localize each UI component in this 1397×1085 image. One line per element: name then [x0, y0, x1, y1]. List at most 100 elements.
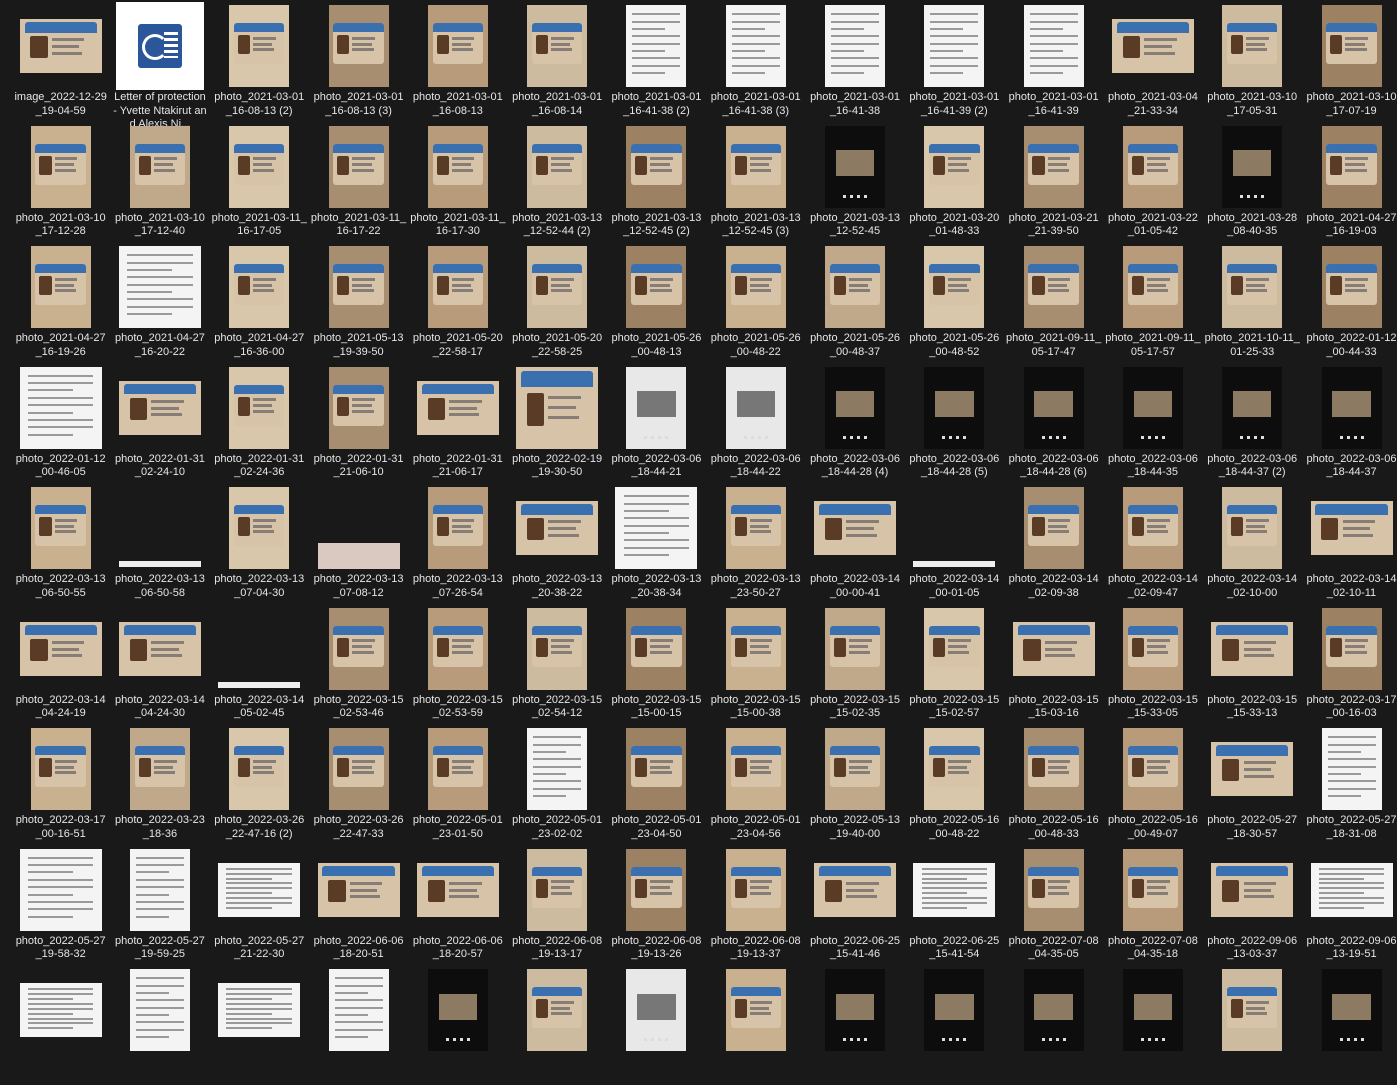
file-tile[interactable]: photo_2021-03-13_12-52-45 (3)	[706, 121, 805, 242]
file-tile[interactable]: photo_2022-03-06_18-44-28 (5)	[905, 362, 1004, 483]
file-tile[interactable]: photo_2022-03-15_15-03-16	[1004, 603, 1103, 724]
file-tile[interactable]: photo_2022-06-25_15-41-46	[805, 844, 904, 965]
file-tile[interactable]	[1203, 964, 1302, 1085]
file-tile[interactable]: photo_2022-01-12_00-44-33	[1302, 241, 1397, 362]
file-tile[interactable]: photo_2022-03-06_18-44-35	[1103, 362, 1202, 483]
file-tile[interactable]: photo_2022-09-06_13-03-37	[1203, 844, 1302, 965]
file-tile[interactable]: photo_2021-03-21_21-39-50	[1004, 121, 1103, 242]
file-tile[interactable]: photo_2021-03-11_16-17-05	[210, 121, 309, 242]
file-tile[interactable]: photo_2022-03-13_07-26-54	[408, 482, 507, 603]
file-tile[interactable]: photo_2022-03-23_18-36	[110, 723, 209, 844]
file-tile[interactable]: photo_2022-01-31_02-24-36	[210, 362, 309, 483]
file-tile[interactable]: photo_2022-06-25_15-41-54	[905, 844, 1004, 965]
file-tile[interactable]: photo_2021-03-01_16-08-13 (3)	[309, 0, 408, 121]
file-tile[interactable]: photo_2022-05-01_23-04-50	[607, 723, 706, 844]
file-tile[interactable]: photo_2021-03-22_01-05-42	[1103, 121, 1202, 242]
file-tile[interactable]: photo_2022-03-15_15-02-35	[805, 603, 904, 724]
file-tile[interactable]: photo_2022-01-31_02-24-10	[110, 362, 209, 483]
file-tile[interactable]: photo_2022-03-13_07-08-12	[309, 482, 408, 603]
file-tile[interactable]: photo_2022-03-17_00-16-51	[11, 723, 110, 844]
file-tile[interactable]: photo_2021-04-27_16-19-03	[1302, 121, 1397, 242]
file-tile[interactable]: photo_2021-10-11_01-25-33	[1203, 241, 1302, 362]
file-tile[interactable]: photo_2021-04-27_16-36-00	[210, 241, 309, 362]
file-tile[interactable]: photo_2021-05-13_19-39-50	[309, 241, 408, 362]
file-tile[interactable]: photo_2022-03-15_15-33-05	[1103, 603, 1202, 724]
file-tile[interactable]	[408, 964, 507, 1085]
file-tile[interactable]	[706, 964, 805, 1085]
file-tile[interactable]	[1103, 964, 1202, 1085]
file-tile[interactable]: photo_2022-01-31_21-06-17	[408, 362, 507, 483]
file-tile[interactable]: photo_2022-03-13_07-04-30	[210, 482, 309, 603]
file-tile[interactable]	[607, 964, 706, 1085]
file-tile[interactable]: photo_2021-03-01_16-41-39	[1004, 0, 1103, 121]
file-tile[interactable]: photo_2021-03-01_16-41-38	[805, 0, 904, 121]
file-tile[interactable]: photo_2022-03-26_22-47-33	[309, 723, 408, 844]
file-tile[interactable]: photo_2021-05-26_00-48-37	[805, 241, 904, 362]
file-tile[interactable]: photo_2022-05-13_19-40-00	[805, 723, 904, 844]
file-tile[interactable]: photo_2022-03-06_18-44-37	[1302, 362, 1397, 483]
file-tile[interactable]: photo_2021-03-13_12-52-45	[805, 121, 904, 242]
file-tile[interactable]: photo_2022-03-14_02-09-38	[1004, 482, 1103, 603]
file-tile[interactable]: photo_2021-05-20_22-58-17	[408, 241, 507, 362]
file-tile[interactable]: photo_2021-03-10_17-07-19	[1302, 0, 1397, 121]
file-tile[interactable]: photo_2022-09-06_13-19-51	[1302, 844, 1397, 965]
file-tile[interactable]: photo_2022-05-16_00-48-33	[1004, 723, 1103, 844]
file-tile[interactable]: photo_2021-05-26_00-48-13	[607, 241, 706, 362]
file-tile[interactable]: photo_2021-03-10_17-12-28	[11, 121, 110, 242]
file-tile[interactable]: photo_2021-03-20_01-48-33	[905, 121, 1004, 242]
file-tile[interactable]: photo_2021-03-11_16-17-22	[309, 121, 408, 242]
file-tile[interactable]	[905, 964, 1004, 1085]
file-tile[interactable]: photo_2022-05-01_23-01-50	[408, 723, 507, 844]
file-tile[interactable]	[11, 964, 110, 1085]
file-tile[interactable]: photo_2021-09-11_05-17-47	[1004, 241, 1103, 362]
file-tile[interactable]: photo_2022-03-13_06-50-58	[110, 482, 209, 603]
file-tile[interactable]: photo_2022-03-15_02-53-59	[408, 603, 507, 724]
file-tile[interactable]: photo_2022-05-27_19-59-25	[110, 844, 209, 965]
file-tile[interactable]	[507, 964, 606, 1085]
file-tile[interactable]: Letter of protection - Yvette Ntakirut a…	[110, 0, 209, 130]
file-tile[interactable]: photo_2022-05-01_23-02-02	[507, 723, 606, 844]
file-tile[interactable]: photo_2022-03-14_04-24-19	[11, 603, 110, 724]
file-tile[interactable]: photo_2022-03-17_00-16-03	[1302, 603, 1397, 724]
file-tile[interactable]	[1302, 964, 1397, 1085]
file-tile[interactable]: photo_2022-03-14_02-09-47	[1103, 482, 1202, 603]
file-tile[interactable]: photo_2021-03-13_12-52-44 (2)	[507, 121, 606, 242]
file-tile[interactable]: photo_2021-05-20_22-58-25	[507, 241, 606, 362]
file-tile[interactable]: photo_2022-03-06_18-44-28 (4)	[805, 362, 904, 483]
file-tile[interactable]: photo_2022-03-15_15-33-13	[1203, 603, 1302, 724]
file-tile[interactable]: photo_2021-04-27_16-20-22	[110, 241, 209, 362]
file-tile[interactable]: photo_2022-01-12_00-46-05	[11, 362, 110, 483]
file-tile[interactable]: photo_2022-02-19_19-30-50	[507, 362, 606, 483]
file-tile[interactable]: photo_2022-05-27_21-22-30	[210, 844, 309, 965]
file-tile[interactable]: image_2022-12-29_19-04-59	[11, 0, 110, 121]
file-tile[interactable]: photo_2022-03-14_02-10-00	[1203, 482, 1302, 603]
file-tile[interactable]: photo_2022-06-06_18-20-51	[309, 844, 408, 965]
file-tile[interactable]: photo_2022-03-14_04-24-30	[110, 603, 209, 724]
file-tile[interactable]: photo_2022-03-15_02-53-46	[309, 603, 408, 724]
file-tile[interactable]: photo_2022-05-16_00-49-07	[1103, 723, 1202, 844]
file-tile[interactable]: photo_2022-05-01_23-04-56	[706, 723, 805, 844]
file-tile[interactable]: photo_2021-03-01_16-41-38 (3)	[706, 0, 805, 121]
file-tile[interactable]: photo_2022-03-15_15-02-57	[905, 603, 1004, 724]
file-tile[interactable]	[805, 964, 904, 1085]
file-tile[interactable]: photo_2022-03-06_18-44-21	[607, 362, 706, 483]
file-tile[interactable]: photo_2022-03-14_05-02-45	[210, 603, 309, 724]
file-tile[interactable]: photo_2022-05-27_18-30-57	[1203, 723, 1302, 844]
file-tile[interactable]: photo_2021-03-04_21-33-34	[1103, 0, 1202, 121]
file-tile[interactable]: photo_2021-03-11_16-17-30	[408, 121, 507, 242]
file-tile[interactable]: photo_2022-03-13_20-38-34	[607, 482, 706, 603]
file-tile[interactable]: photo_2022-03-06_18-44-37 (2)	[1203, 362, 1302, 483]
file-tile[interactable]: photo_2021-03-01_16-08-14	[507, 0, 606, 121]
file-tile[interactable]: photo_2022-03-13_23-50-27	[706, 482, 805, 603]
file-tile[interactable]: photo_2022-03-15_15-00-15	[607, 603, 706, 724]
file-tile[interactable]: photo_2021-05-26_00-48-52	[905, 241, 1004, 362]
file-tile[interactable]: photo_2021-03-01_16-08-13 (2)	[210, 0, 309, 121]
file-tile[interactable]: photo_2021-03-01_16-41-38 (2)	[607, 0, 706, 121]
file-tile[interactable]: photo_2021-04-27_16-19-26	[11, 241, 110, 362]
file-tile[interactable]: photo_2022-03-06_18-44-22	[706, 362, 805, 483]
file-tile[interactable]: photo_2022-05-27_18-31-08	[1302, 723, 1397, 844]
file-tile[interactable]: photo_2022-03-06_18-44-28 (6)	[1004, 362, 1103, 483]
file-tile[interactable]: photo_2022-03-14_00-01-05	[905, 482, 1004, 603]
file-tile[interactable]: photo_2021-09-11_05-17-57	[1103, 241, 1202, 362]
file-tile[interactable]: photo_2022-03-13_06-50-55	[11, 482, 110, 603]
